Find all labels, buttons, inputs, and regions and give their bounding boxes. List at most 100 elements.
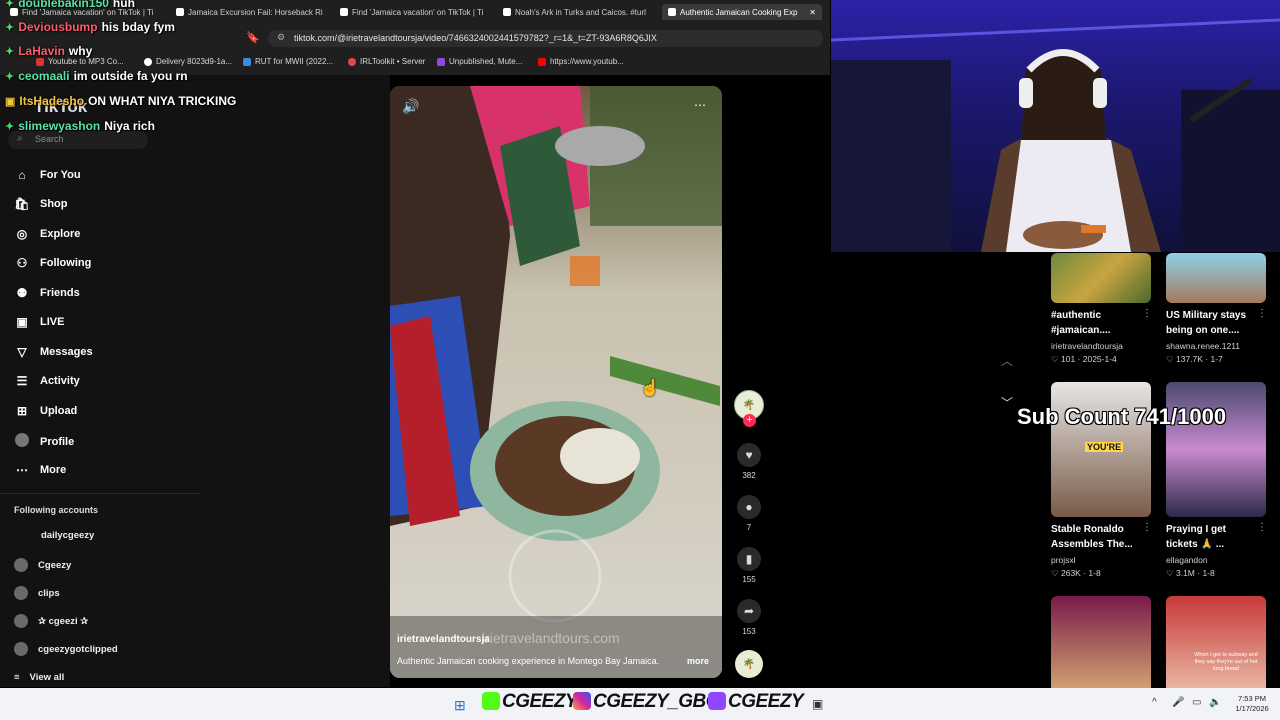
following-account[interactable]: Cgeezy [14, 558, 71, 572]
video-author[interactable]: irietravelandtoursja [397, 634, 490, 645]
comment-icon: ● [737, 495, 761, 519]
bookmark-item[interactable]: Youtube to MP3 Co... [36, 57, 124, 66]
webcam-feed [831, 0, 1280, 252]
scroll-down-button[interactable]: ﹀ [995, 394, 1019, 414]
following-account[interactable]: cgeezygotclipped [14, 642, 118, 656]
browser-chrome: Find 'Jamaica vacation' on TikTok | Ti J… [0, 0, 830, 75]
nav-upload[interactable]: ⊞ Upload [14, 404, 77, 418]
system-clock[interactable]: 7:53 PM 1/17/2026 [1227, 694, 1277, 714]
sound-disc[interactable]: 🌴 [734, 650, 764, 682]
browser-tab[interactable]: Find 'Jamaica vacation' on TikTok | Ti [340, 4, 490, 20]
bookmark-favicon-icon [437, 57, 445, 66]
related-thumbnail[interactable] [1166, 382, 1266, 517]
list-icon: ≡ [14, 672, 20, 683]
scroll-up-button[interactable]: ︿ [995, 352, 1019, 372]
tiktok-icon [503, 8, 511, 16]
bookmark-item[interactable]: IRLToolkit • Server [348, 57, 425, 66]
related-thumbnail[interactable]: When I get to subway and they say they'r… [1166, 596, 1266, 688]
terminal-app-icon[interactable]: ▣ [812, 697, 823, 711]
nav-profile[interactable]: Profile [14, 433, 74, 450]
person-plus-icon: ⚇ [16, 256, 28, 270]
caption-more-button[interactable]: more [687, 656, 709, 666]
bookmark-item[interactable]: Delivery 8023d9-1a... [144, 57, 232, 66]
avatar [14, 433, 30, 450]
chat-message: ✦ ceomaali im outside fa you rn [5, 69, 188, 83]
chevron-up-icon[interactable]: ^ [1152, 697, 1157, 708]
chat-message: ✦ Deviousbump his bday fym [5, 20, 175, 34]
address-bar[interactable]: ⚙ tiktok.com/@irietravelandtoursja/video/… [268, 30, 823, 47]
nav-live[interactable]: ▣ LIVE [14, 315, 64, 329]
follow-plus-icon[interactable]: + [743, 414, 756, 427]
following-account[interactable]: ✰ cgeezi ✰ [14, 614, 88, 628]
related-thumbnail[interactable]: YOU'RE [1051, 382, 1151, 517]
close-tab-icon[interactable]: ✕ [809, 8, 816, 17]
home-icon: ⌂ [18, 168, 26, 182]
volume-icon[interactable]: 🔊 [402, 98, 419, 115]
following-account[interactable]: dailycgeezy [41, 530, 94, 541]
nav-explore[interactable]: ◎ Explore [14, 227, 81, 241]
badge-icon: ✦ [5, 21, 15, 34]
more-vertical-icon[interactable]: ⋮ [1142, 522, 1152, 533]
more-vertical-icon[interactable]: ⋮ [1257, 522, 1267, 533]
search-input[interactable]: ⌕ Search [8, 131, 148, 149]
comment-button[interactable]: ● 7 [734, 495, 764, 532]
bookmark-icon[interactable]: 🔖 [246, 31, 260, 44]
like-button[interactable]: ♥ 382 [734, 443, 764, 480]
bookmark-item[interactable]: https://www.youtub... [538, 57, 624, 66]
related-thumbnail[interactable] [1051, 253, 1151, 303]
heart-outline-icon: ♡ [1051, 354, 1061, 364]
browser-tab[interactable]: Jamaica Excursion Fail: Horseback Ri [176, 4, 326, 20]
nav-more[interactable]: ⋯ More [14, 463, 66, 477]
search-icon: ⌕ [17, 133, 23, 144]
related-meta: ellagandon ♡ 3.1M · 1-8 [1166, 555, 1215, 578]
chat-message: ✦ slimewyashon Niya rich [5, 119, 155, 133]
thumbnail-text: YOU'RE [1085, 442, 1124, 452]
more-vertical-icon[interactable]: ⋮ [1257, 308, 1267, 319]
sub-count-overlay: Sub Count 741/1000 [1017, 404, 1227, 429]
badge-icon: ▣ [5, 95, 16, 108]
more-vertical-icon[interactable]: ⋮ [1142, 308, 1152, 319]
nav-messages[interactable]: ▽ Messages [14, 345, 92, 359]
live-icon: ▣ [16, 315, 28, 329]
video-player[interactable]: 🔊 ⋯ irietravelandtours.com irietraveland… [390, 86, 722, 678]
avatar [14, 614, 28, 628]
author-avatar[interactable]: 🌴 + [734, 390, 764, 427]
video-frame [390, 86, 722, 678]
view-all-button[interactable]: ≡ View all [14, 672, 64, 683]
nav-activity[interactable]: ☰ Activity [14, 374, 80, 388]
compass-icon: ◎ [16, 227, 28, 241]
heart-outline-icon: ♡ [1166, 354, 1176, 364]
bookmark-item[interactable]: Unpublished, Mute... [437, 57, 522, 66]
badge-icon: ✦ [5, 45, 15, 58]
upload-icon: ⊞ [16, 404, 28, 418]
related-meta: shawna.renee.1211 ♡ 137.7K · 1-7 [1166, 341, 1241, 364]
network-icon[interactable]: ▭ [1192, 697, 1201, 708]
tiktok-icon [668, 8, 676, 16]
thumbnail-text: When I get to subway and they say they'r… [1194, 652, 1258, 672]
friends-icon: ⚉ [16, 286, 28, 300]
bookmark-item[interactable]: RUT for MWII (2022... [243, 57, 333, 66]
related-thumbnail[interactable] [1051, 596, 1151, 688]
nav-following[interactable]: ⚇ Following [14, 256, 92, 270]
microphone-icon[interactable]: 🎤 [1172, 697, 1184, 708]
video-watermark: irietravelandtours.com [482, 630, 620, 646]
site-info-icon[interactable]: ⚙ [277, 32, 285, 43]
related-thumbnail[interactable] [1166, 253, 1266, 303]
browser-tab-active[interactable]: Authentic Jamaican Cooking Exp ✕ [662, 4, 822, 20]
share-button[interactable]: ➦ 153 [734, 599, 764, 636]
following-accounts-title: Following accounts [14, 505, 99, 515]
related-meta: irietravelandtoursja ♡ 101 · 2025-1-4 [1051, 341, 1123, 364]
browser-tab[interactable]: Noah's Ark in Turks and Caicos. #turl [503, 4, 653, 20]
windows-start-icon[interactable]: ⊞ [454, 697, 466, 714]
nav-for-you[interactable]: ⌂ For You [14, 168, 80, 182]
avatar [14, 558, 28, 572]
more-dots-icon: ⋯ [16, 463, 28, 477]
share-arrow-icon: ➦ [737, 599, 761, 623]
volume-icon[interactable]: 🔈 [1209, 697, 1221, 708]
more-options-icon[interactable]: ⋯ [694, 98, 706, 112]
following-account[interactable]: clips [14, 586, 60, 600]
nav-friends[interactable]: ⚉ Friends [14, 286, 80, 300]
messages-icon: ▽ [17, 345, 27, 359]
save-button[interactable]: ▮ 155 [734, 547, 764, 584]
nav-shop[interactable]: 🛍 Shop [14, 197, 67, 211]
